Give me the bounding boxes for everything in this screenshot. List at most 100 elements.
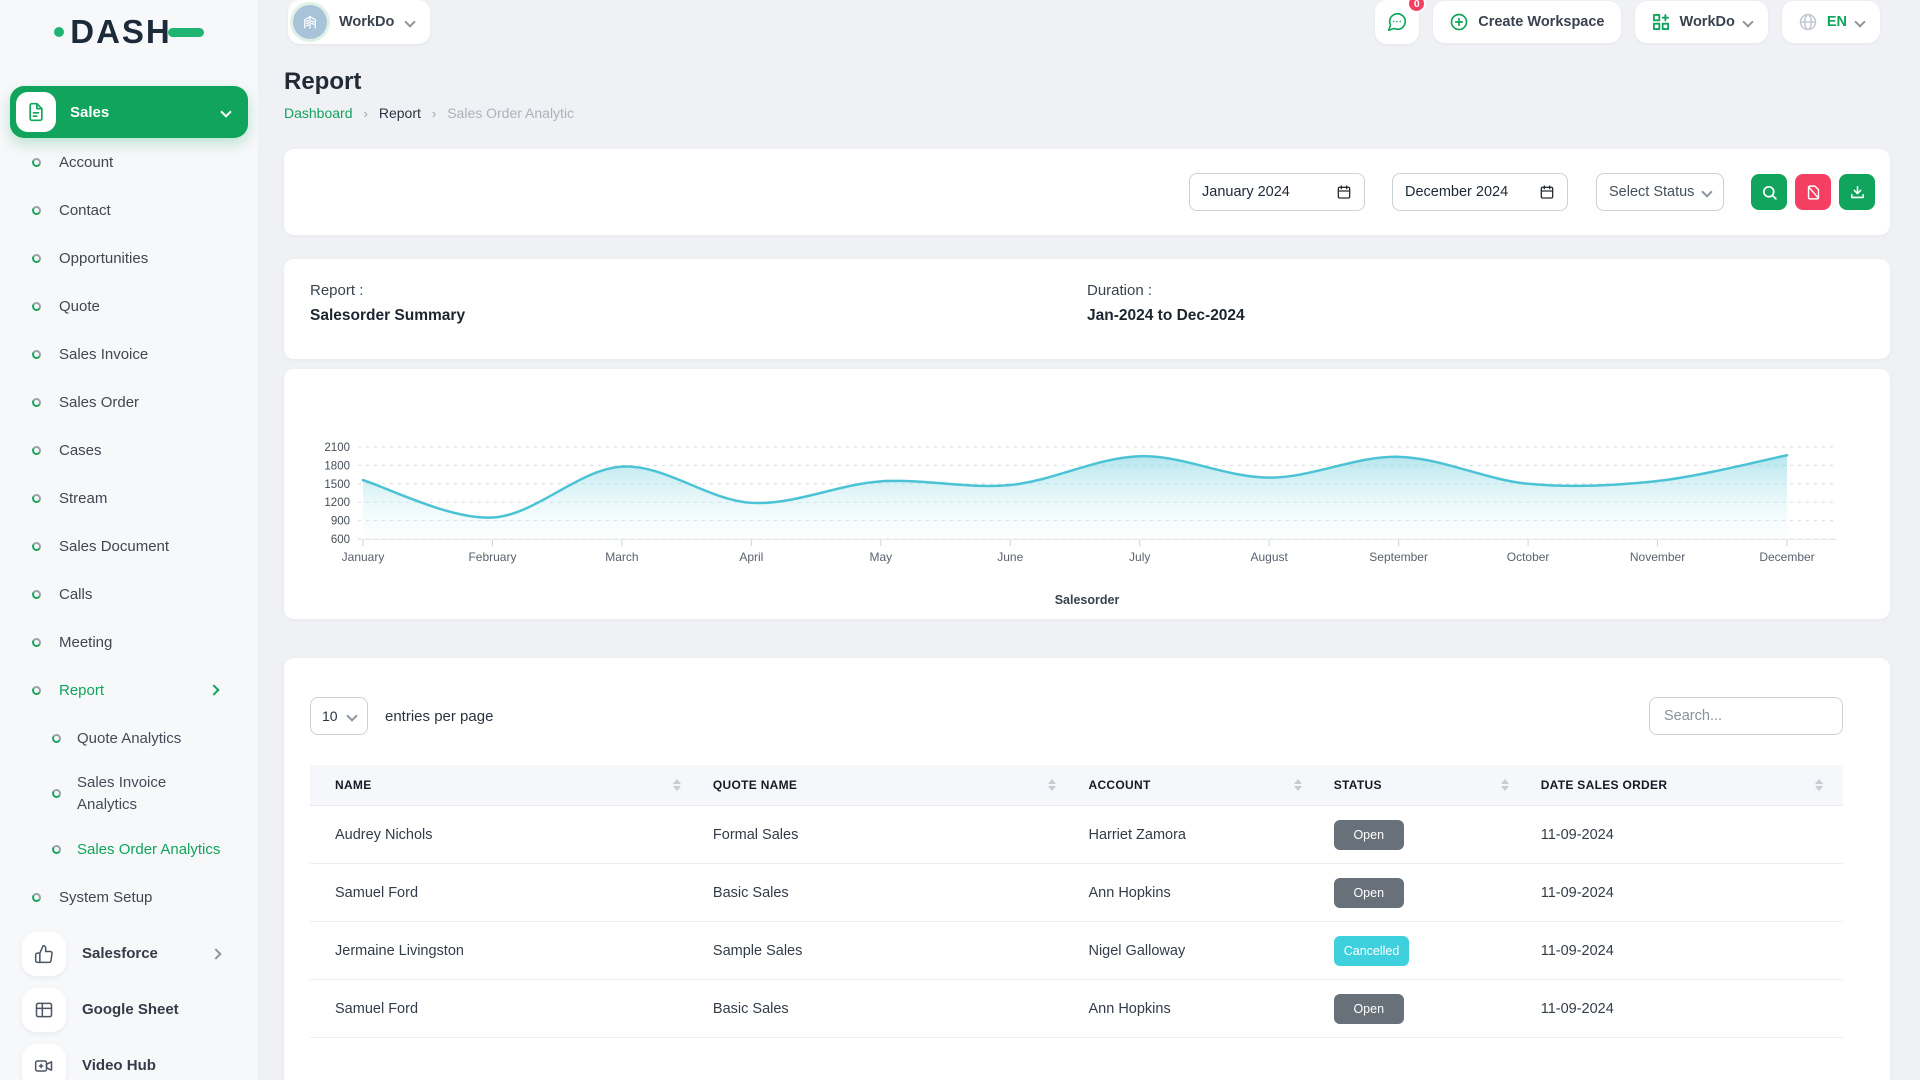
sidebar-item-opportunities[interactable]: Opportunities bbox=[32, 234, 248, 282]
sidebar-item-calls[interactable]: Calls bbox=[32, 570, 248, 618]
topbar: WorkDo 0 bbox=[258, 0, 1920, 44]
chevron-down-icon bbox=[1701, 186, 1712, 197]
sort-icon[interactable] bbox=[1294, 779, 1302, 791]
page-title: Report bbox=[284, 68, 1890, 96]
sidebar-item-sales-order[interactable]: Sales Order bbox=[32, 378, 248, 426]
file-icon bbox=[16, 92, 56, 132]
sidebar-group-sales[interactable]: Sales bbox=[10, 86, 248, 138]
sidebar-item-sales-invoice-analytics[interactable]: Sales Invoice Analytics bbox=[52, 762, 248, 826]
create-workspace-label: Create Workspace bbox=[1478, 14, 1604, 30]
cell-name: Samuel Ford bbox=[310, 980, 701, 1038]
svg-text:February: February bbox=[468, 550, 516, 564]
sidebar-item-report[interactable]: Report bbox=[32, 666, 248, 714]
cell-quote-name: Basic Sales bbox=[701, 864, 1077, 922]
table-row[interactable]: Audrey Nichols Formal Sales Harriet Zamo… bbox=[310, 806, 1843, 864]
start-month-input[interactable]: January 2024 bbox=[1189, 173, 1365, 211]
bullet-icon bbox=[31, 253, 42, 264]
cell-name: Jermaine Livingston bbox=[310, 922, 701, 980]
messages-button[interactable]: 0 bbox=[1375, 0, 1419, 44]
cell-quote-name: Formal Sales bbox=[701, 806, 1077, 864]
bullet-icon bbox=[31, 397, 42, 408]
logo-dash-icon bbox=[168, 28, 204, 37]
column-header-quote-name[interactable]: QUOTE NAME bbox=[701, 765, 1077, 806]
bullet-icon bbox=[31, 157, 42, 168]
language-selector[interactable]: EN bbox=[1782, 1, 1880, 43]
sidebar-item-video-hub[interactable]: Video Hub bbox=[22, 1038, 248, 1080]
bullet-icon bbox=[31, 541, 42, 552]
sidebar-item-sales-document[interactable]: Sales Document bbox=[32, 522, 248, 570]
chevron-right-icon bbox=[210, 948, 221, 959]
sidebar-item-account[interactable]: Account bbox=[32, 138, 248, 186]
column-header-account[interactable]: ACCOUNT bbox=[1076, 765, 1321, 806]
cell-name: Samuel Ford bbox=[310, 864, 701, 922]
table-row[interactable]: Samuel Ford Basic Sales Ann Hopkins Open… bbox=[310, 864, 1843, 922]
status-select[interactable]: Select Status bbox=[1596, 173, 1724, 211]
sidebar-item-sales-order-analytics[interactable]: Sales Order Analytics bbox=[52, 826, 248, 874]
cell-account: Nigel Galloway bbox=[1076, 922, 1321, 980]
chevron-right-icon bbox=[208, 684, 219, 695]
end-month-input[interactable]: December 2024 bbox=[1392, 173, 1568, 211]
reset-filter-button[interactable] bbox=[1795, 174, 1831, 210]
search-input[interactable] bbox=[1649, 697, 1843, 735]
svg-text:July: July bbox=[1129, 550, 1150, 564]
download-button[interactable] bbox=[1839, 174, 1875, 210]
sort-icon[interactable] bbox=[673, 779, 681, 791]
cell-status: Cancelled bbox=[1322, 922, 1529, 980]
cell-status: Open bbox=[1322, 980, 1529, 1038]
sidebar-item-cases[interactable]: Cases bbox=[32, 426, 248, 474]
sidebar-item-contact[interactable]: Contact bbox=[32, 186, 248, 234]
sidebar-item-meeting[interactable]: Meeting bbox=[32, 618, 248, 666]
breadcrumb-report[interactable]: Report bbox=[379, 105, 421, 121]
status-badge: Open bbox=[1334, 878, 1404, 908]
svg-text:October: October bbox=[1507, 550, 1550, 564]
workspace-avatar bbox=[293, 5, 327, 39]
workspace-selector[interactable]: WorkDo bbox=[288, 0, 430, 44]
app-logo[interactable]: DASH bbox=[0, 0, 258, 64]
svg-text:December: December bbox=[1759, 550, 1814, 564]
sidebar-item-quote[interactable]: Quote bbox=[32, 282, 248, 330]
sort-icon[interactable] bbox=[1815, 779, 1823, 791]
breadcrumb-current: Sales Order Analytic bbox=[447, 105, 574, 121]
column-header-status[interactable]: STATUS bbox=[1322, 765, 1529, 806]
language-label: EN bbox=[1827, 14, 1847, 30]
sidebar-item-sales-invoice[interactable]: Sales Invoice bbox=[32, 330, 248, 378]
duration-value: Jan-2024 to Dec-2024 bbox=[1087, 307, 1864, 325]
table-row[interactable]: Samuel Ford Basic Sales Ann Hopkins Open… bbox=[310, 980, 1843, 1038]
sidebar-item-system-setup[interactable]: System Setup bbox=[32, 874, 248, 922]
bullet-icon bbox=[31, 589, 42, 600]
table-row[interactable]: Jermaine Livingston Sample Sales Nigel G… bbox=[310, 922, 1843, 980]
sort-icon[interactable] bbox=[1048, 779, 1056, 791]
calendar-icon bbox=[1336, 184, 1352, 200]
cell-account: Harriet Zamora bbox=[1076, 806, 1321, 864]
report-summary: Report : Salesorder Summary Duration : J… bbox=[284, 259, 1890, 359]
sidebar-item-salesforce[interactable]: Salesforce bbox=[22, 926, 248, 982]
bullet-icon bbox=[31, 892, 42, 903]
cell-name: Audrey Nichols bbox=[310, 806, 701, 864]
workspace-name: WorkDo bbox=[339, 14, 394, 30]
page-size-select[interactable]: 10 bbox=[310, 697, 368, 735]
app-switcher-label: WorkDo bbox=[1680, 14, 1735, 30]
spreadsheet-icon bbox=[22, 988, 66, 1032]
plus-circle-icon bbox=[1449, 12, 1469, 32]
column-header-name[interactable]: NAME bbox=[310, 765, 701, 806]
globe-icon bbox=[1798, 12, 1818, 32]
sidebar-item-quote-analytics[interactable]: Quote Analytics bbox=[52, 714, 248, 762]
table-header-row: NAME QUOTE NAME ACCOUNT STATUS DATE SALE… bbox=[310, 765, 1843, 806]
column-header-date-sales-order[interactable]: DATE SALES ORDER bbox=[1529, 765, 1843, 806]
chevron-down-icon bbox=[405, 16, 416, 27]
sidebar-item-stream[interactable]: Stream bbox=[32, 474, 248, 522]
bullet-icon bbox=[31, 349, 42, 360]
svg-text:1800: 1800 bbox=[324, 460, 350, 472]
svg-text:2100: 2100 bbox=[324, 442, 350, 454]
sort-icon[interactable] bbox=[1501, 779, 1509, 791]
breadcrumb-dashboard[interactable]: Dashboard bbox=[284, 105, 353, 121]
chevron-down-icon bbox=[1742, 16, 1753, 27]
cell-account: Ann Hopkins bbox=[1076, 864, 1321, 922]
search-button[interactable] bbox=[1751, 174, 1787, 210]
report-value: Salesorder Summary bbox=[310, 307, 1087, 325]
sidebar-group-label: Sales bbox=[70, 104, 222, 121]
sidebar-item-google-sheet[interactable]: Google Sheet bbox=[22, 982, 248, 1038]
app-switcher[interactable]: WorkDo bbox=[1635, 1, 1768, 43]
create-workspace-button[interactable]: Create Workspace bbox=[1433, 1, 1620, 43]
bullet-icon bbox=[31, 493, 42, 504]
